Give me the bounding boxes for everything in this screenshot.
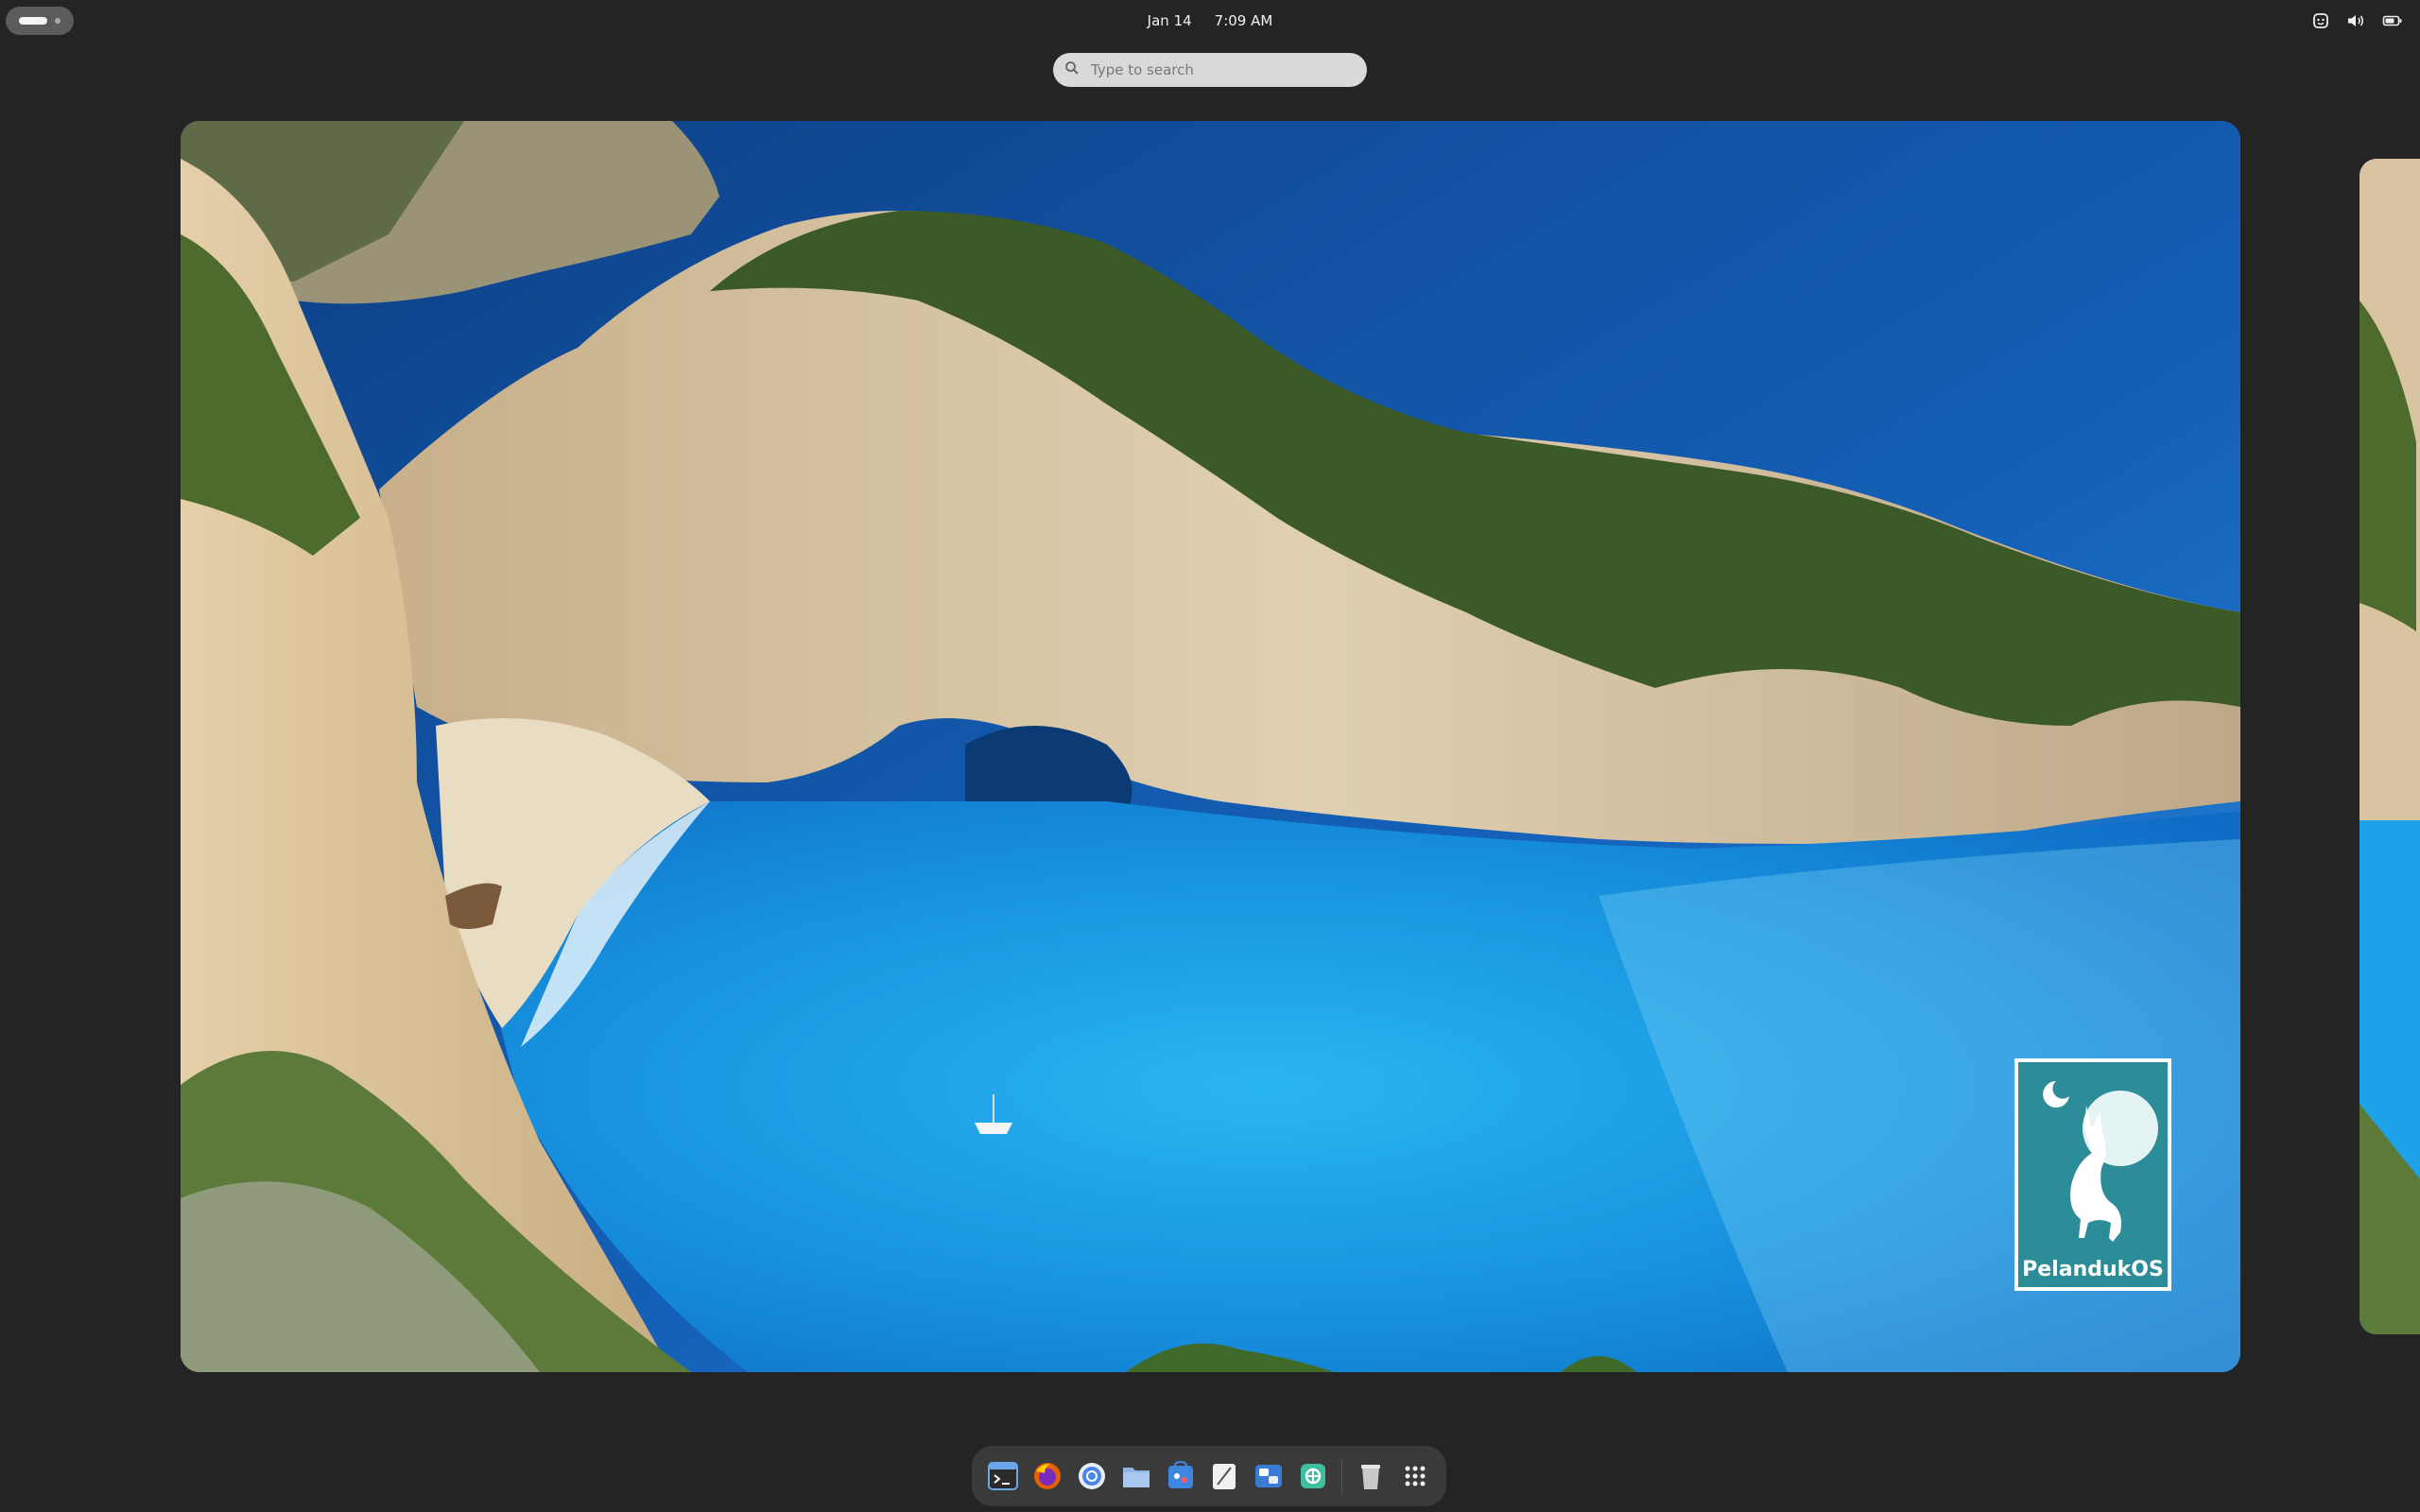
dash-item-files[interactable] [1114,1453,1158,1499]
top-bar: Jan 14 7:09 AM [0,0,2420,42]
app-grid-icon [1405,1466,1426,1486]
next-workspace-thumbnail[interactable] [2360,159,2420,1334]
wallpaper-logo: PelandukOS [2014,1058,2171,1291]
dash-item-chromium[interactable] [1070,1453,1115,1499]
search-icon [1064,60,1080,79]
dash-item-settings[interactable] [1247,1453,1291,1499]
active-workspace-indicator [19,17,47,25]
activities-button[interactable] [6,7,74,35]
search-input[interactable] [1089,60,1357,79]
clock-time: 7:09 AM [1214,12,1273,29]
dash-item-text-editor[interactable] [1202,1453,1247,1499]
search-entry[interactable] [1053,53,1367,87]
deer-logo-icon [2043,1081,2158,1242]
clock[interactable]: Jan 14 7:09 AM [1115,8,1305,34]
wallpaper-image [181,121,2240,1372]
next-workspace-wallpaper [2360,159,2420,1334]
clock-date: Jan 14 [1147,12,1192,29]
dash-item-firefox[interactable] [1026,1453,1070,1499]
accessibility-icon[interactable] [2312,12,2329,29]
dash-item-terminal[interactable] [981,1453,1026,1499]
settings-icon [1255,1465,1283,1487]
software-icon [1167,1460,1193,1488]
terminal-icon [988,1462,1019,1490]
dash-separator [1340,1459,1343,1493]
show-applications-button[interactable] [1392,1453,1437,1499]
text-editor-icon [1213,1464,1236,1489]
system-status-area[interactable] [2312,8,2403,34]
dash-item-extensions[interactable] [1291,1453,1336,1499]
workspace-indicator [55,18,60,24]
workspace-thumbnail[interactable]: PelandukOS [181,121,2240,1372]
logo-wordmark: PelandukOS [2022,1258,2164,1281]
extension-icon [1301,1464,1326,1488]
trash-icon [1360,1465,1380,1489]
dash [972,1446,1446,1506]
dash-item-trash[interactable] [1348,1453,1392,1499]
files-icon [1122,1468,1150,1487]
dash-item-software[interactable] [1158,1453,1202,1499]
firefox-icon [1034,1463,1062,1489]
battery-icon[interactable] [2382,12,2403,29]
volume-icon[interactable] [2346,12,2365,29]
chromium-icon [1079,1463,1106,1489]
